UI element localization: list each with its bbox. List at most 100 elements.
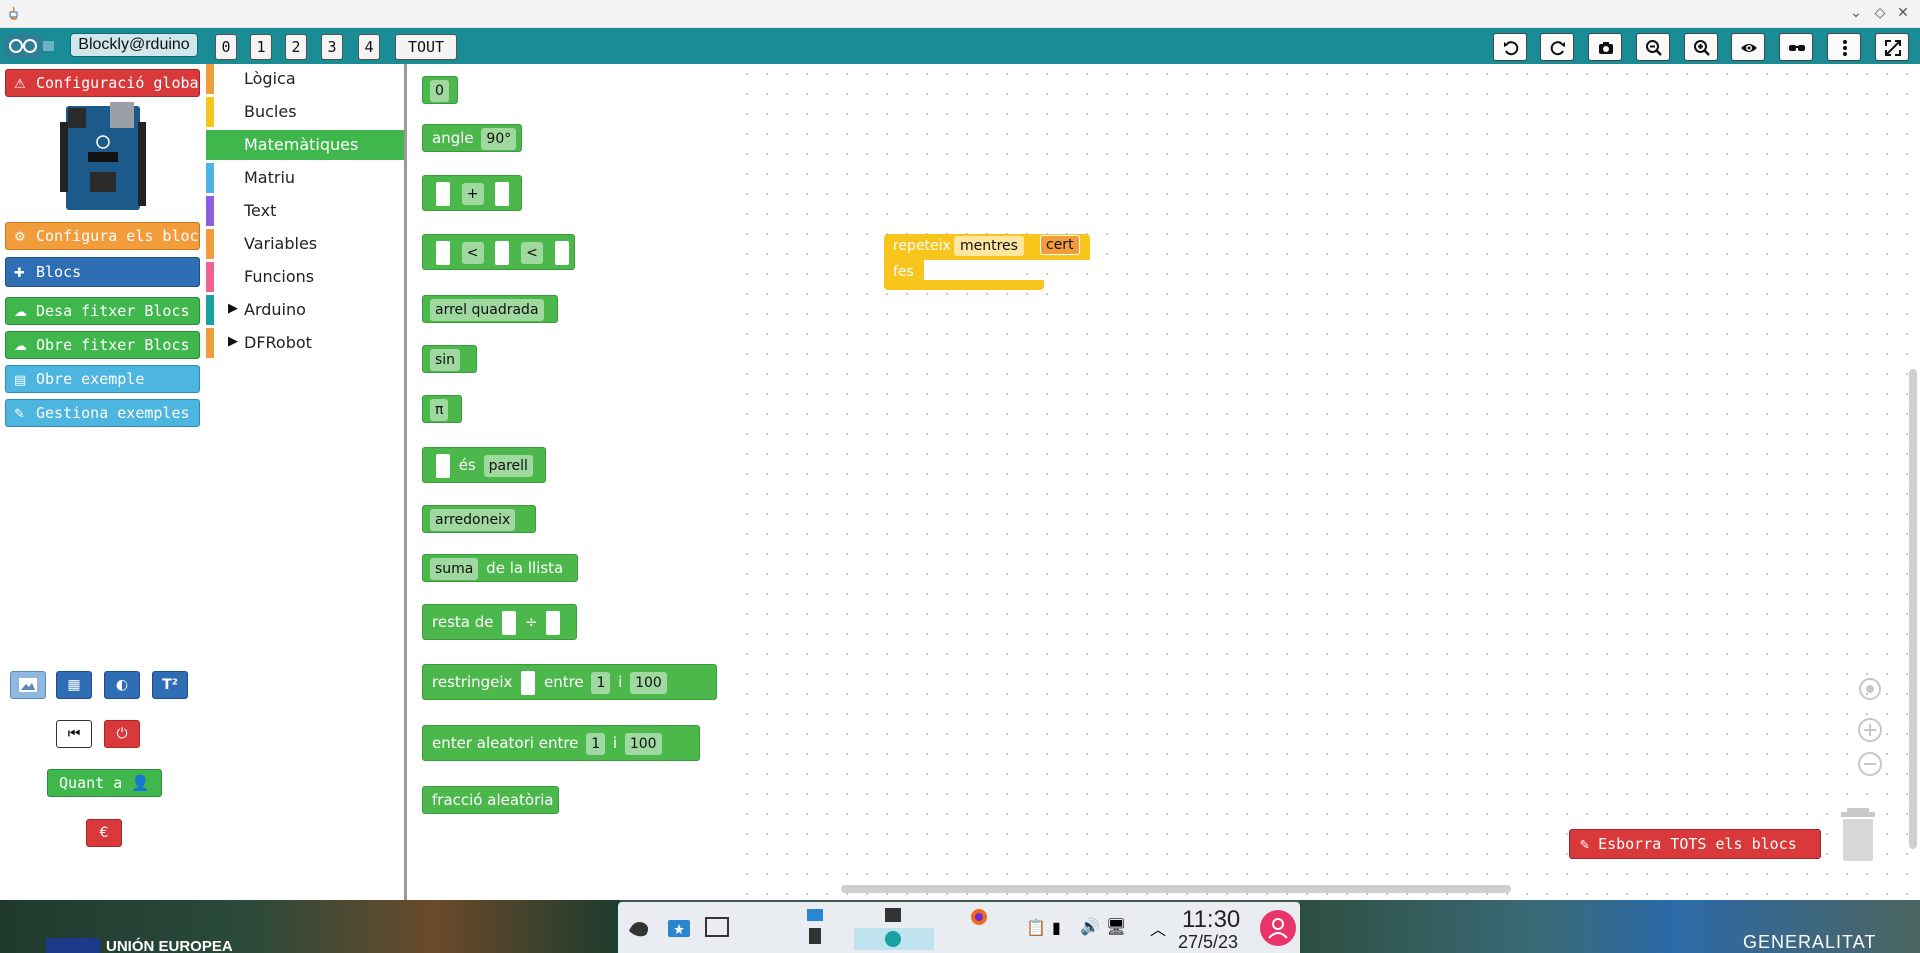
save-file-button[interactable]: ☁ Desa fitxer Blocs <box>5 297 200 325</box>
zoom-out-button[interactable] <box>1636 33 1670 61</box>
category-loops[interactable]: Bucles <box>206 97 404 127</box>
level-3-button[interactable]: 3 <box>321 34 343 60</box>
folder-icon[interactable] <box>806 905 824 923</box>
tray-expand-icon[interactable]: ︿ <box>1150 916 1166 940</box>
category-functions[interactable]: Funcions <box>206 262 404 292</box>
launcher-icon[interactable] <box>626 915 652 941</box>
constant-block[interactable]: π <box>422 395 462 423</box>
donate-button[interactable]: € <box>86 819 122 847</box>
preview-button[interactable] <box>1731 33 1765 61</box>
round-dropdown[interactable]: arredoneix <box>430 508 516 531</box>
list-sum-block[interactable]: suma de la llista <box>422 554 578 582</box>
close-icon[interactable]: ✕ <box>1894 4 1912 22</box>
configure-blocks-button[interactable]: ⚙ Configura els blocs <box>5 222 200 250</box>
round-block[interactable]: arredoneix <box>422 505 536 533</box>
more-options-button[interactable] <box>1827 33 1861 61</box>
level-0-button[interactable]: 0 <box>215 34 237 60</box>
open-example-button[interactable]: ▤ Obre exemple <box>5 365 200 393</box>
trash-icon[interactable] <box>1839 806 1877 862</box>
level-2-button[interactable]: 2 <box>285 34 307 60</box>
max-field[interactable]: 100 <box>624 732 662 755</box>
category-text[interactable]: Text <box>206 196 404 226</box>
category-logic[interactable]: Lògica <box>206 64 404 94</box>
power-button[interactable]: ⏻ <box>104 720 140 748</box>
clock-date[interactable]: 27/5/23 <box>1178 932 1238 953</box>
clipboard-icon[interactable]: 📋 <box>1026 918 1046 937</box>
do-statement-slot[interactable] <box>924 260 1014 280</box>
level-4-button[interactable]: 4 <box>358 34 380 60</box>
repeat-while-block[interactable]: repeteix mentres cert fes <box>884 234 1090 298</box>
clear-all-button[interactable]: ✎ Esborra TOTS els blocs <box>1569 829 1821 859</box>
zoom-out-icon[interactable] <box>1857 751 1883 777</box>
arithmetic-block[interactable]: + <box>422 175 522 211</box>
grid-button[interactable]: ▦ <box>56 671 92 699</box>
min-field[interactable]: 1 <box>591 671 611 694</box>
blocks-button[interactable]: ✚ Blocs <box>5 257 200 287</box>
zoom-in-button[interactable] <box>1684 33 1718 61</box>
number-property-block[interactable]: és parell <box>422 447 546 483</box>
screenshot-button[interactable] <box>1588 33 1622 61</box>
category-array[interactable]: Matriu <box>206 163 404 193</box>
arduino-logo-icon[interactable] <box>2 31 58 61</box>
compare-block[interactable]: < < <box>422 234 575 270</box>
constrain-block[interactable]: restringeix entre 1 i 100 <box>422 664 717 700</box>
level-1-button[interactable]: 1 <box>250 34 272 60</box>
category-math[interactable]: Matemàtiques <box>206 130 404 160</box>
number-field[interactable]: 0 <box>430 79 449 102</box>
image-toggle-button[interactable] <box>10 671 46 699</box>
number-block[interactable]: 0 <box>422 76 458 104</box>
redo-button[interactable] <box>1540 33 1574 61</box>
volume-icon[interactable]: 🔊 <box>1080 917 1100 936</box>
operator-dropdown[interactable]: + <box>461 182 484 205</box>
clock-time[interactable]: 11:30 <box>1182 906 1240 934</box>
desktop-icon[interactable] <box>704 915 730 941</box>
expand-arrow-icon[interactable]: ▶ <box>228 301 238 316</box>
palette-button[interactable]: ◐ <box>104 671 140 699</box>
trig-block[interactable]: sin <box>422 345 477 373</box>
calculator-icon[interactable] <box>806 927 824 945</box>
function-dropdown[interactable]: arrel quadrada <box>430 298 544 321</box>
manage-examples-button[interactable]: ✎ Gestiona exemples <box>5 399 200 427</box>
reset-button[interactable]: ⏮ <box>56 720 92 748</box>
angle-field[interactable]: 90° <box>481 127 517 150</box>
usb-icon[interactable]: ▮ <box>1052 918 1061 937</box>
network-icon[interactable]: 🖥 <box>1106 917 1126 936</box>
global-config-button[interactable]: ⚠ Configuració global <box>5 69 200 97</box>
random-int-block[interactable]: enter aleatori entre 1 i 100 <box>422 725 700 761</box>
undo-button[interactable] <box>1493 33 1527 61</box>
constant-dropdown[interactable]: π <box>430 398 449 421</box>
level-all-button[interactable]: TOUT <box>395 34 457 60</box>
blockly-workspace[interactable]: repeteix mentres cert fes ✎ Esborra TOTS… <box>737 64 1920 900</box>
minimize-icon[interactable]: ⌄ <box>1847 4 1865 22</box>
random-fraction-block[interactable]: fracció aleatòria <box>422 786 559 814</box>
angle-block[interactable]: angle 90° <box>422 124 522 152</box>
view-mode-button[interactable] <box>1779 33 1813 61</box>
task-blockly-active[interactable] <box>854 928 934 950</box>
sqrt-block[interactable]: arrel quadrada <box>422 295 558 323</box>
remainder-block[interactable]: resta de ÷ <box>422 604 577 640</box>
maximize-icon[interactable]: ◇ <box>1871 4 1889 22</box>
max-field[interactable]: 100 <box>630 671 667 694</box>
task-terminal[interactable] <box>854 904 934 926</box>
category-arduino[interactable]: ▶ Arduino <box>206 295 404 325</box>
recenter-icon[interactable] <box>1857 676 1883 702</box>
property-dropdown[interactable]: parell <box>483 454 533 477</box>
min-field[interactable]: 1 <box>586 732 606 755</box>
text-size-button[interactable]: T² <box>152 671 188 699</box>
files-starred-icon[interactable] <box>666 915 692 941</box>
category-dfrobot[interactable]: ▶ DFRobot <box>206 328 404 358</box>
vertical-scrollbar[interactable] <box>1909 369 1917 849</box>
zoom-in-icon[interactable] <box>1857 717 1883 743</box>
list-op-dropdown[interactable]: suma <box>430 557 479 580</box>
category-variables[interactable]: Variables <box>206 229 404 259</box>
about-button[interactable]: Quant a 👤 <box>47 769 162 797</box>
expand-arrow-icon[interactable]: ▶ <box>228 334 238 349</box>
horizontal-scrollbar[interactable] <box>841 885 1511 893</box>
operator-dropdown[interactable]: < <box>461 241 484 264</box>
while-dropdown[interactable]: mentres <box>954 236 1024 256</box>
firefox-icon[interactable] <box>970 908 988 926</box>
trig-dropdown[interactable]: sin <box>430 348 461 371</box>
user-avatar-icon[interactable] <box>1260 910 1296 946</box>
fullscreen-button[interactable] <box>1875 33 1909 61</box>
open-file-button[interactable]: ☁ Obre fitxer Blocs <box>5 331 200 359</box>
